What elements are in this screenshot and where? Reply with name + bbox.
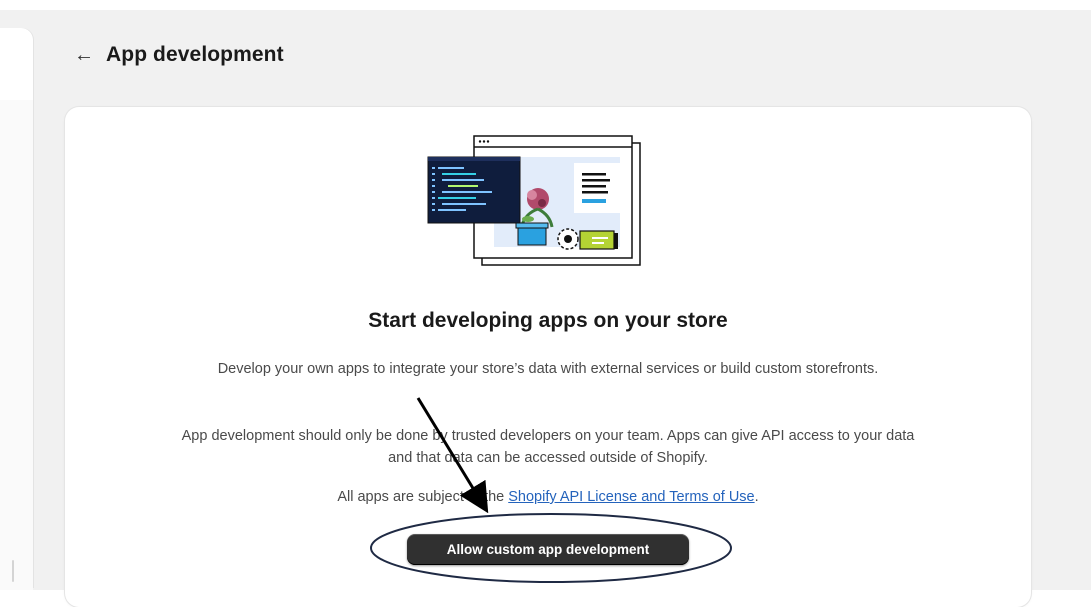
app-development-illustration <box>427 135 641 266</box>
empty-state-card: Start developing apps on your store Deve… <box>65 107 1031 607</box>
empty-state-description: Develop your own apps to integrate your … <box>217 361 879 377</box>
left-panel-scroll-mark <box>12 560 14 582</box>
terms-notice-prefix: All apps are subject to the <box>337 489 509 505</box>
page-title: App development <box>106 43 284 66</box>
left-panel-strip <box>0 100 33 590</box>
allow-custom-app-development-button[interactable]: Allow custom app development <box>407 534 689 565</box>
trusted-developers-warning: App development should only be done by t… <box>181 428 915 466</box>
page-header: ← App development <box>74 40 284 70</box>
terms-notice: All apps are subject to the Shopify API … <box>175 486 921 508</box>
terms-notice-suffix: . <box>754 489 759 505</box>
empty-state-heading: Start developing apps on your store <box>368 309 728 332</box>
api-license-link[interactable]: Shopify API License and Terms of Use <box>508 489 754 505</box>
arrow-left-icon[interactable]: ← <box>74 45 94 65</box>
